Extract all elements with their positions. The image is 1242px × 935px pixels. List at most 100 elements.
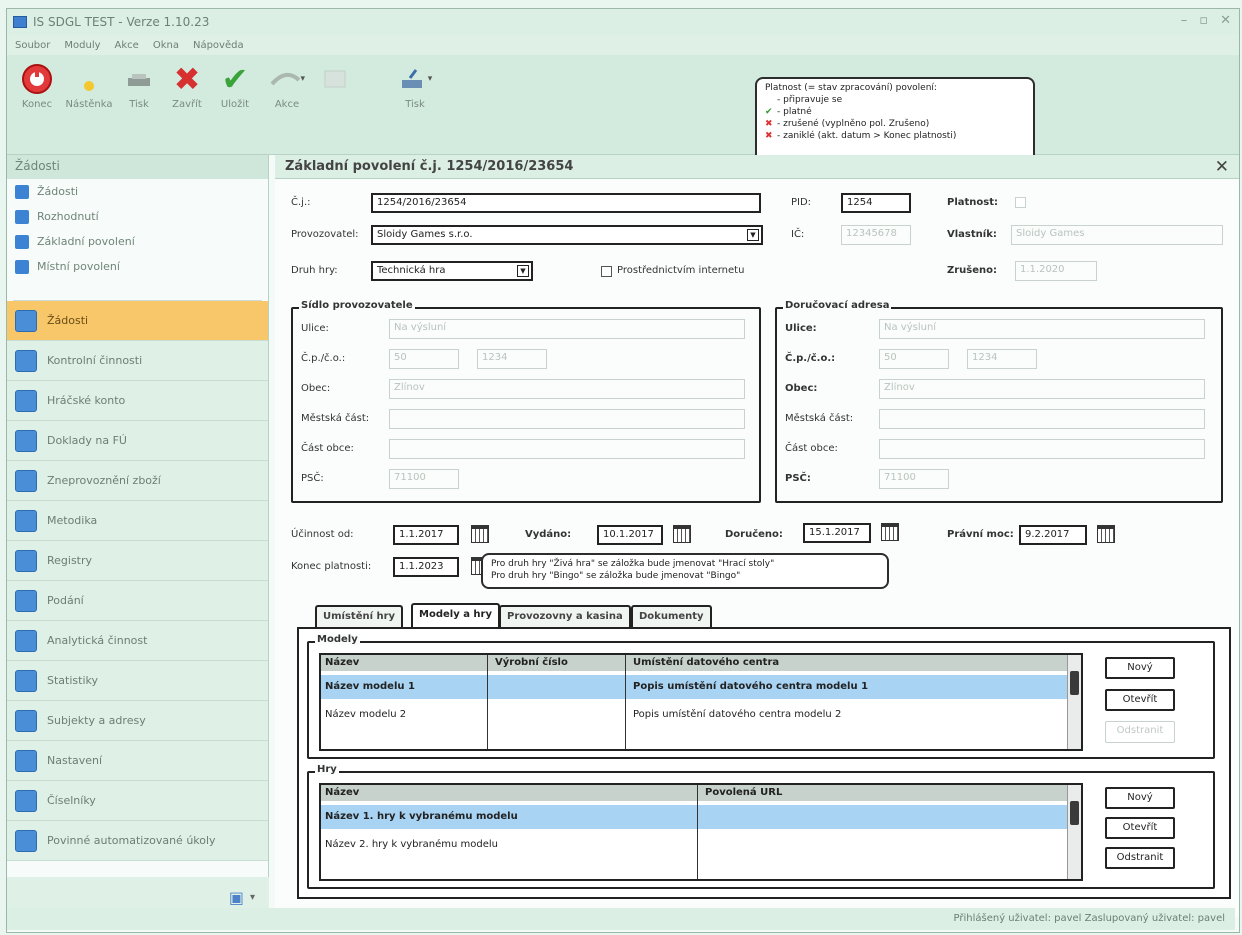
ic-field[interactable]: 12345678 [841, 225, 911, 245]
calendar-icon[interactable] [1097, 525, 1115, 543]
module-ciselniky[interactable]: Číselníky [7, 781, 268, 821]
legend-item-zanikle: ✖ - zaniklé (akt. datum > Konec platnosti… [765, 131, 957, 141]
pravni-moc-field[interactable]: 9.2.2017 [1019, 525, 1087, 545]
sidlo-psc-field[interactable]: 71100 [389, 469, 459, 489]
modely-scrollbar[interactable] [1067, 655, 1081, 749]
dorucovaci-cast-obce-field[interactable] [879, 439, 1205, 459]
window-title: IS SDGL TEST - Verze 1.10.23 [33, 15, 210, 29]
hry-novy-button[interactable]: Nový [1105, 787, 1175, 809]
ucinnost-field[interactable]: 1.1.2017 [393, 525, 459, 545]
module-doklady-na-fu[interactable]: Doklady na FÚ [7, 421, 268, 461]
menu-moduly[interactable]: Moduly [64, 40, 100, 51]
module-podani[interactable]: Podání [7, 581, 268, 621]
hry-otevrit-button[interactable]: Otevřít [1105, 817, 1175, 839]
modely-odstranit-button[interactable]: Odstranit [1105, 721, 1175, 743]
menu-napoveda[interactable]: Nápověda [193, 40, 244, 51]
hry-scrollbar[interactable] [1067, 785, 1081, 879]
chevron-down-icon: ▼ [517, 265, 529, 277]
col-vyrobni-cislo[interactable]: Výrobní číslo [491, 655, 572, 670]
close-icon[interactable]: ✕ [1215, 157, 1229, 177]
dorucovaci-co-field[interactable]: 1234 [967, 349, 1037, 369]
sidlo-cp-field[interactable]: 50 [389, 349, 459, 369]
dorucovaci-ulice-field[interactable]: Na výsluní [879, 319, 1205, 339]
sidlo-obec-field[interactable]: Zlínov [389, 379, 745, 399]
menu-okna[interactable]: Okna [153, 40, 179, 51]
close-window-button[interactable]: ✕ [1220, 13, 1231, 28]
tab-umisteni-hry[interactable]: Umístění hry [315, 605, 404, 627]
psc-label: PSČ: [301, 473, 324, 484]
konec-platnosti-label: Konec platnosti: [291, 561, 372, 572]
sidlo-cast-obce-field[interactable] [389, 439, 745, 459]
konec-platnosti-field[interactable]: 1.1.2023 [393, 557, 459, 577]
tab-modely-a-hry[interactable]: Modely a hry [411, 603, 500, 627]
vlastnik-field[interactable]: Sloidy Games [1011, 225, 1223, 245]
calendar-icon[interactable] [673, 525, 691, 543]
chevron-down-icon[interactable]: ▾ [250, 892, 255, 903]
sidlo-mestska-cast-field[interactable] [389, 409, 745, 429]
calendar-icon[interactable] [881, 523, 899, 541]
zruseno-field[interactable]: 1.1.2020 [1015, 261, 1097, 281]
disabled-tool-button[interactable] [311, 59, 359, 99]
sidebar-item-zadosti[interactable]: Žádosti [7, 179, 268, 204]
module-icon [15, 829, 37, 852]
maximize-button[interactable]: ▫ [1199, 13, 1208, 28]
druh-hry-select[interactable]: Technická hra ▼ [371, 261, 533, 281]
menu-soubor[interactable]: Soubor [15, 40, 50, 51]
dorucovaci-mestska-cast-field[interactable] [879, 409, 1205, 429]
tisk-dropdown-button[interactable]: ▾ Tisk [391, 59, 439, 110]
tisk-button[interactable]: Tisk [115, 59, 163, 110]
sidlo-co-field[interactable]: 1234 [477, 349, 547, 369]
dorucovaci-obec-field[interactable]: Zlínov [879, 379, 1205, 399]
module-hracske-konto[interactable]: Hráčské konto [7, 381, 268, 421]
dorucovaci-psc-field[interactable]: 71100 [879, 469, 949, 489]
internet-checkbox[interactable] [601, 266, 612, 277]
module-analyticka-cinnost[interactable]: Analytická činnost [7, 621, 268, 661]
tab-provozovny[interactable]: Provozovny a kasina [499, 605, 631, 627]
folder-icon [15, 234, 29, 249]
module-povinne-ukoly[interactable]: Povinné automatizované úkoly [7, 821, 268, 861]
col-umisteni[interactable]: Umístění datového centra [629, 655, 783, 670]
sidebar-item-rozhodnuti[interactable]: Rozhodnutí [7, 204, 268, 229]
zavrit-button[interactable]: ✖ Zavřít [163, 59, 211, 110]
col-nazev[interactable]: Název [321, 655, 363, 670]
ulozit-button[interactable]: ✔ Uložit [211, 59, 259, 110]
modely-otevrit-button[interactable]: Otevřít [1105, 689, 1175, 711]
module-metodika[interactable]: Metodika [7, 501, 268, 541]
module-registry[interactable]: Registry [7, 541, 268, 581]
tab-dokumenty[interactable]: Dokumenty [631, 605, 712, 627]
configure-icon[interactable]: ▣ [229, 888, 244, 907]
modely-novy-button[interactable]: Nový [1105, 657, 1175, 679]
form-header: Základní povolení č.j. 1254/2016/23654 [275, 155, 1239, 179]
doruceno-field[interactable]: 15.1.2017 [803, 523, 871, 543]
akce-button[interactable]: ▾ Akce [263, 59, 311, 110]
cj-field[interactable]: 1254/2016/23654 [371, 193, 761, 213]
dorucovaci-cp-field[interactable]: 50 [879, 349, 949, 369]
module-zneprovozneni[interactable]: Zneprovoznění zboží [7, 461, 268, 501]
module-icon [15, 709, 37, 732]
hry-odstranit-button[interactable]: Odstranit [1105, 847, 1175, 869]
sidlo-ulice-field[interactable]: Na výsluní [389, 319, 745, 339]
module-statistiky[interactable]: Statistiky [7, 661, 268, 701]
konec-button[interactable]: Konec [13, 59, 61, 110]
module-zadosti[interactable]: Žádosti [7, 301, 268, 341]
sidebar-splitter[interactable] [13, 279, 262, 301]
scroll-thumb[interactable] [1070, 671, 1079, 695]
col-povolena-url[interactable]: Povolená URL [701, 785, 786, 800]
provozovatel-select[interactable]: Sloidy Games s.r.o. ▼ [371, 225, 763, 245]
calendar-icon[interactable] [471, 525, 489, 543]
column-divider [487, 655, 488, 749]
menu-akce[interactable]: Akce [115, 40, 139, 51]
vydano-field[interactable]: 10.1.2017 [597, 525, 663, 545]
scroll-thumb[interactable] [1070, 801, 1079, 825]
module-subjekty[interactable]: Subjekty a adresy [7, 701, 268, 741]
pid-field[interactable]: 1254 [841, 193, 911, 213]
module-nastaveni[interactable]: Nastavení [7, 741, 268, 781]
sidebar-item-zakladni-povoleni[interactable]: Základní povolení [7, 229, 268, 254]
x-icon: ✖ [765, 119, 773, 129]
col-nazev[interactable]: Název [321, 785, 363, 800]
nastenka-button[interactable]: Nástěnka [65, 59, 113, 110]
sidebar-item-mistni-povoleni[interactable]: Místní povolení [7, 254, 268, 279]
module-kontrolni-cinnosti[interactable]: Kontrolní činnosti [7, 341, 268, 381]
app-window: IS SDGL TEST - Verze 1.10.23 – ▫ ✕ Soubo… [6, 8, 1240, 933]
minimize-button[interactable]: – [1181, 13, 1188, 28]
